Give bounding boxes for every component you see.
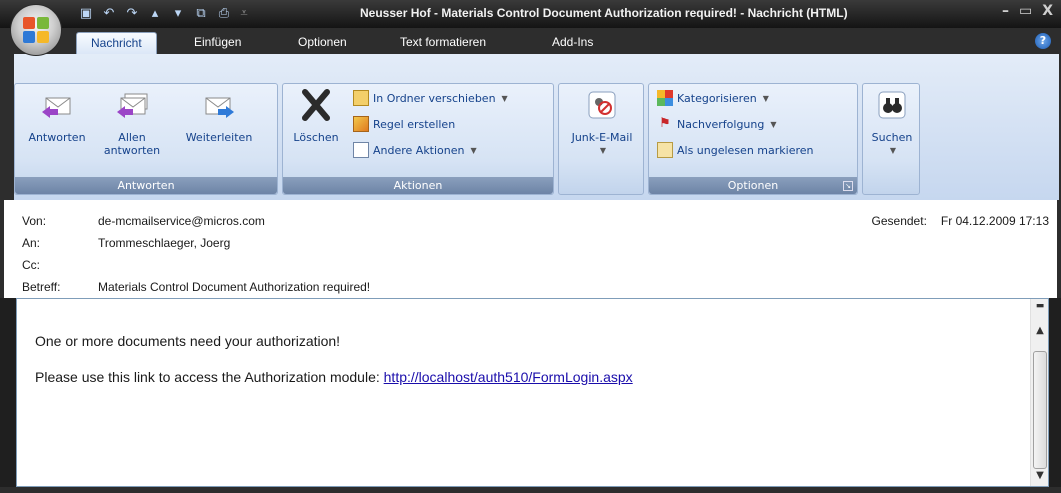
delete-button[interactable]: Löschen [287,88,345,144]
next-icon[interactable]: ▾ [170,6,186,22]
office-button[interactable] [10,4,62,56]
subject-row: Betreff: Materials Control Document Autho… [22,280,370,296]
maximize-button[interactable]: ▭ [1019,3,1032,19]
scroll-up-icon[interactable]: ▲ [1033,325,1047,339]
undo-icon[interactable]: ↶ [101,6,117,22]
reply-button[interactable]: Antworten [21,88,93,144]
to-label: An: [22,236,41,250]
copy-icon[interactable]: ⧉ [193,6,209,22]
to-value[interactable]: Trommeschlaeger, Joerg [98,236,230,250]
group-junk: Junk-E-Mail ▼ [558,83,644,195]
delete-label: Löschen [293,131,339,144]
unread-mail-icon [657,142,673,158]
forward-label: Weiterleiten [185,131,253,144]
message-header: Von: de-mcmailservice@micros.com An: Tromm… [0,200,1061,298]
scroll-thumb[interactable] [1033,351,1047,469]
office-logo-icon [23,17,49,43]
mark-unread-button[interactable]: Als ungelesen markieren [657,140,814,160]
scroll-down-icon[interactable]: ▼ [1033,470,1047,484]
redo-icon[interactable]: ↷ [124,6,140,22]
tab-einfuegen[interactable]: Einfügen [180,32,255,54]
previous-icon[interactable]: ▴ [147,6,163,22]
reply-label: Antworten [28,131,86,144]
find-label: Suchen [871,131,913,144]
group-aktionen: Löschen In Ordner verschieben ▼ Regel ers… [282,83,554,195]
group-suchen: Suchen ▼ [862,83,920,195]
from-label: Von: [22,214,47,228]
ribbon: Antworten Allen antworten Weiterleiten A… [0,54,1061,200]
from-value[interactable]: de-mcmailservice@micros.com [98,214,265,228]
categorize-label: Kategorisieren [677,91,757,105]
ribbon-tabs: Nachricht Einfügen Optionen Text formati… [0,28,1061,54]
forward-icon [205,97,234,118]
close-button[interactable]: X [1042,3,1053,19]
body-line-1: One or more documents need your authoriz… [35,333,341,349]
window-controls: – ▭ X [1002,3,1053,19]
categorize-icon [657,90,673,106]
reply-all-label-2: antworten [103,144,161,157]
tab-add-ins[interactable]: Add-Ins [538,32,607,54]
vertical-scrollbar[interactable]: ▬ ▲ ▼ [1030,299,1048,486]
cc-row: Cc: [22,258,98,274]
minimize-button[interactable]: – [1002,3,1009,19]
tab-optionen[interactable]: Optionen [284,32,361,54]
followup-button[interactable]: ⚑ Nachverfolgung ▼ [657,114,776,134]
forward-button[interactable]: Weiterleiten [173,88,265,144]
cc-label: Cc: [22,258,40,272]
group-label-antworten: Antworten [15,177,277,194]
move-to-folder-button[interactable]: In Ordner verschieben ▼ [353,88,508,108]
other-actions-label: Andere Aktionen [373,143,465,157]
group-label-aktionen: Aktionen [283,177,553,194]
to-row: An: Trommeschlaeger, Joerg [22,236,230,252]
dialog-launcher-icon[interactable]: ↘ [843,181,853,191]
sent-label: Gesendet: [871,214,927,228]
sent-row: Gesendet: Fr 04.12.2009 17:13 [872,214,1049,228]
junk-label: Junk-E-Mail [571,131,633,144]
subject-label: Betreff: [22,280,61,294]
followup-label: Nachverfolgung [677,117,765,131]
move-label: In Ordner verschieben [373,91,496,105]
title-bar: ▣ ↶ ↷ ▴ ▾ ⧉ ⎙ ⩡ Neusser Hof - Materials … [0,0,1061,28]
junk-email-button[interactable]: Junk-E-Mail ▼ [563,88,641,157]
print-icon[interactable]: ⎙ [216,6,232,22]
tab-text-formatieren[interactable]: Text formatieren [386,32,500,54]
rule-label: Regel erstellen [373,117,456,131]
group-label-optionen: Optionen [649,177,857,194]
other-actions-icon [353,142,369,158]
group-optionen: Kategorisieren ▼ ⚑ Nachverfolgung ▼ Als un… [648,83,858,195]
group-antworten: Antworten Allen antworten Weiterleiten A… [14,83,278,195]
window-title: Neusser Hof - Materials Control Document… [360,6,848,20]
reply-icon [42,97,71,118]
from-row: Von: de-mcmailservice@micros.com [22,214,265,230]
body-line-2: Please use this link to access the Autho… [35,369,633,385]
categorize-button[interactable]: Kategorisieren ▼ [657,88,769,108]
save-icon[interactable]: ▣ [78,6,94,22]
message-body[interactable]: One or more documents need your authoriz… [16,298,1049,487]
sent-value: Fr 04.12.2009 17:13 [940,214,1049,228]
help-icon[interactable]: ? [1035,33,1051,49]
reply-all-button[interactable]: Allen antworten [97,88,167,157]
quick-access-toolbar: ▣ ↶ ↷ ▴ ▾ ⧉ ⎙ ⩡ [78,5,249,23]
window-bottom-border [0,487,1061,493]
binoculars-icon [878,91,906,119]
flag-icon: ⚑ [659,116,671,131]
create-rule-button[interactable]: Regel erstellen [353,114,455,134]
reply-all-icon [117,93,148,118]
folder-move-icon [353,90,369,106]
subject-value: Materials Control Document Authorization… [98,280,371,294]
other-actions-button[interactable]: Andere Aktionen ▼ [353,140,477,160]
split-icon[interactable]: ▬ [1033,301,1047,315]
body-line-2-text: Please use this link to access the Autho… [35,369,384,385]
rule-icon [353,116,369,132]
delete-icon [302,89,330,121]
authorization-link[interactable]: http://localhost/auth510/FormLogin.aspx [384,369,633,385]
customize-icon[interactable]: ⩡ [239,6,249,22]
reply-all-label-1: Allen [118,131,146,144]
junk-email-icon [588,91,616,119]
tab-nachricht[interactable]: Nachricht [76,32,157,54]
unread-label: Als ungelesen markieren [677,143,814,157]
find-button[interactable]: Suchen ▼ [867,88,917,157]
